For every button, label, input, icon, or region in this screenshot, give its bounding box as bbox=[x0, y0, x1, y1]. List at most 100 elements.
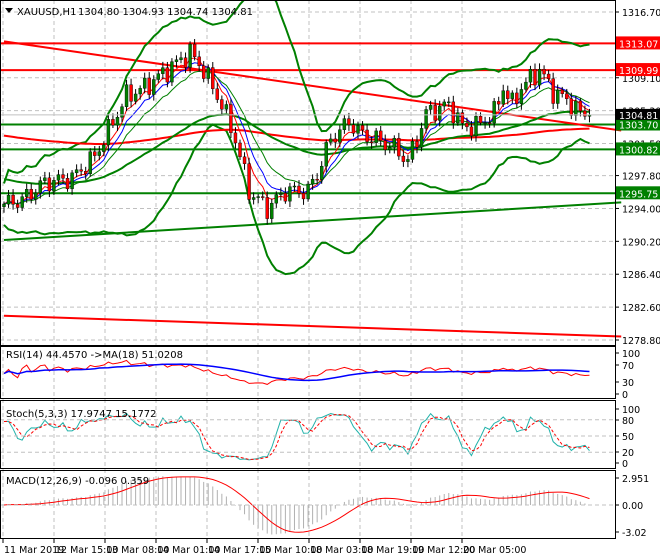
candle-body-bull bbox=[74, 169, 79, 174]
indicator-tick-label: 100 bbox=[622, 405, 640, 416]
candle-body-bull bbox=[124, 84, 129, 107]
time-label: 20 Mar 05:00 bbox=[463, 545, 526, 556]
indicator-tick-label: 2.951 bbox=[622, 474, 649, 485]
candle-body-bear bbox=[565, 93, 569, 99]
candle-body-bull bbox=[279, 193, 283, 195]
candle-body-bull bbox=[437, 105, 442, 121]
candle-body-bull bbox=[338, 129, 342, 143]
candle[interactable] bbox=[170, 58, 174, 86]
candle-body-bear bbox=[560, 89, 564, 94]
candle-body-bull bbox=[106, 119, 111, 146]
price-tick-label: 1286.40 bbox=[622, 270, 660, 281]
candle-body-bear bbox=[197, 56, 201, 67]
candle-body-bear bbox=[79, 169, 83, 172]
candle-body-bull bbox=[102, 144, 106, 152]
candle-body-bear bbox=[515, 92, 519, 104]
candle-body-bull bbox=[356, 125, 360, 134]
chart-header: XAUUSD,H1 1304.80 1304.93 1304.74 1304.8… bbox=[5, 7, 253, 18]
candle-body-bull bbox=[324, 142, 328, 167]
candle-body-bear bbox=[465, 122, 469, 128]
candle-body-bull bbox=[256, 196, 260, 198]
candle[interactable] bbox=[229, 98, 233, 138]
candle-body-bear bbox=[401, 155, 406, 162]
candle-body-bull bbox=[34, 192, 38, 200]
candle-body-bear bbox=[451, 101, 456, 124]
candle-body-bull bbox=[447, 101, 451, 104]
candle-body-bull bbox=[142, 77, 147, 89]
candle-body-bull bbox=[492, 101, 496, 124]
candle-body-bull bbox=[38, 180, 43, 194]
candle-body-bull bbox=[483, 122, 487, 124]
candle-body-bull bbox=[342, 118, 347, 130]
candle-body-bull bbox=[428, 105, 433, 110]
price-tick-label: 1297.80 bbox=[622, 172, 660, 183]
candle-body-bull bbox=[2, 203, 6, 207]
candle-body-bear bbox=[238, 142, 242, 158]
indicator-tick-label: 30 bbox=[622, 378, 634, 389]
candle[interactable] bbox=[247, 157, 251, 204]
candle-body-bear bbox=[351, 124, 356, 134]
candle-body-bull bbox=[519, 89, 524, 104]
candle-body-bull bbox=[319, 165, 324, 180]
candle-body-bear bbox=[265, 197, 269, 219]
candle-body-bear bbox=[378, 130, 383, 141]
indicator-tick-label: 0 bbox=[622, 390, 628, 401]
candle-body-bull bbox=[392, 138, 397, 148]
candle-body-bear bbox=[283, 193, 288, 202]
candle[interactable] bbox=[88, 148, 92, 177]
candle-body-bear bbox=[315, 178, 319, 181]
macd-title: MACD(12,26,9) -0.096 0.359 bbox=[6, 476, 149, 487]
candle-body-bear bbox=[542, 69, 546, 75]
candle-body-bull bbox=[170, 61, 174, 83]
candle-body-bull bbox=[133, 93, 138, 102]
candle-body-bear bbox=[487, 122, 492, 124]
candle-body-bear bbox=[333, 138, 338, 143]
price-tick-label: 1294.00 bbox=[622, 204, 660, 215]
candle[interactable] bbox=[410, 137, 415, 163]
candle-body-bull bbox=[555, 89, 560, 104]
candle-body-bull bbox=[524, 81, 528, 90]
candle-body-bull bbox=[70, 172, 74, 190]
candle[interactable] bbox=[306, 180, 310, 202]
candle-body-bull bbox=[310, 178, 315, 185]
level-price-label: 1303.70 bbox=[619, 121, 658, 132]
candle-body-bull bbox=[537, 69, 542, 86]
candle-body-bear bbox=[29, 189, 33, 200]
candle-body-bear bbox=[192, 43, 197, 58]
trading-chart[interactable]: 1316.701309.101305.301301.501297.801294.… bbox=[0, 0, 660, 560]
candle-body-bear bbox=[61, 174, 65, 179]
level-price-label: 1295.75 bbox=[619, 189, 658, 200]
candle-body-bear bbox=[93, 151, 97, 156]
candle-body-bull bbox=[224, 104, 229, 110]
candle-body-bull bbox=[474, 116, 478, 137]
candle-body-bear bbox=[129, 84, 133, 102]
candle-body-bear bbox=[83, 171, 88, 175]
candle-body-bear bbox=[229, 104, 233, 134]
candle-body-bear bbox=[360, 125, 365, 131]
price-tick-label: 1282.60 bbox=[622, 303, 660, 314]
candle-body-bear bbox=[297, 185, 301, 194]
candle-body-bull bbox=[138, 88, 142, 95]
candle-body-bear bbox=[583, 110, 587, 117]
candle-body-bear bbox=[211, 67, 215, 89]
price-tick-label: 1278.80 bbox=[622, 336, 660, 347]
current-price-label: 1304.81 bbox=[619, 111, 658, 122]
candle-body-bear bbox=[147, 77, 151, 95]
candle-body-bull bbox=[388, 147, 392, 150]
candle-body-bear bbox=[397, 138, 401, 157]
rsi-title: RSI(14) 44.4570 ->MA(18) 51.0208 bbox=[6, 350, 183, 361]
candle[interactable] bbox=[492, 98, 496, 128]
indicator-tick-label: 70 bbox=[622, 361, 634, 372]
candle-body-bull bbox=[161, 67, 165, 74]
candle-body-bear bbox=[365, 129, 369, 142]
candle-body-bull bbox=[419, 128, 424, 148]
indicator-tick-label: 20 bbox=[622, 448, 634, 459]
candle-body-bull bbox=[56, 174, 61, 181]
symbol-label: XAUUSD,H1 bbox=[17, 7, 76, 18]
candle-body-bear bbox=[460, 112, 465, 124]
candle-body-bull bbox=[251, 197, 256, 200]
candle-body-bear bbox=[578, 100, 583, 112]
candle-body-bull bbox=[574, 100, 578, 116]
candle-body-bull bbox=[188, 43, 192, 68]
candle-body-bear bbox=[215, 88, 220, 100]
